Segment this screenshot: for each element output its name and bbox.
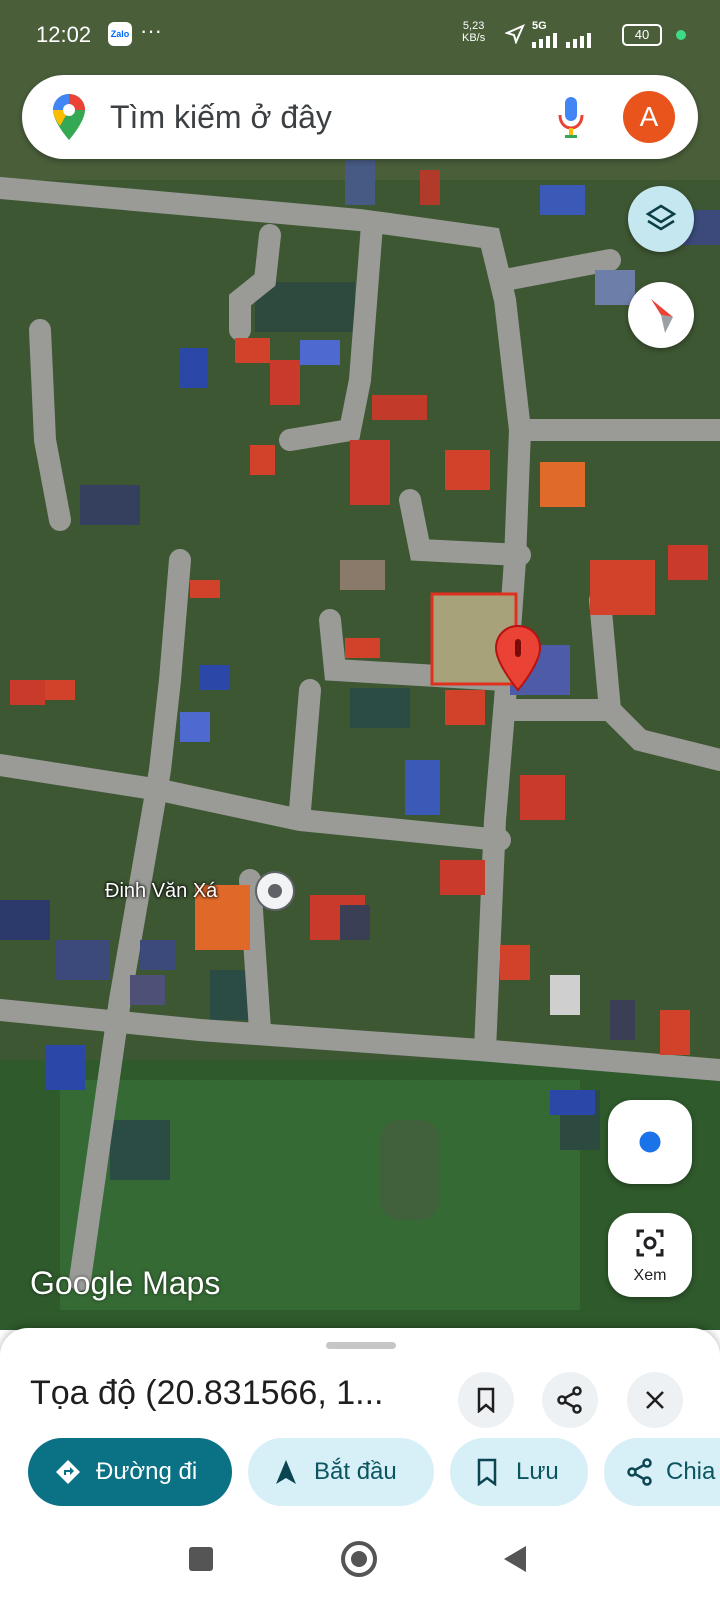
- save-button[interactable]: Lưu: [450, 1438, 588, 1506]
- location-pin-icon[interactable]: [494, 624, 542, 694]
- share-label: Chia: [666, 1458, 716, 1485]
- share-icon: [627, 1458, 652, 1486]
- save-label: Lưu: [516, 1458, 559, 1485]
- layers-button[interactable]: [628, 186, 694, 252]
- place-title: Tọa độ (20.831566, 1...: [30, 1374, 384, 1412]
- bookmark-icon: [477, 1387, 495, 1413]
- directions-icon: [56, 1460, 80, 1484]
- google-maps-logo-icon: [53, 94, 85, 140]
- start-label: Bắt đầu: [314, 1458, 397, 1485]
- my-location-button[interactable]: [608, 1100, 692, 1184]
- compass-button[interactable]: [628, 282, 694, 348]
- place-bottom-sheet[interactable]: Tọa độ (20.831566, 1... Đường đi Bắt đầu…: [0, 1328, 720, 1528]
- share-icon: [557, 1386, 582, 1414]
- system-navigation-bar: [0, 1528, 720, 1601]
- share-chip-button[interactable]: Chia: [604, 1438, 720, 1506]
- recent-apps-icon[interactable]: [188, 1546, 214, 1572]
- bookmark-icon: [477, 1458, 497, 1486]
- search-input[interactable]: Tìm kiếm ở đây: [110, 99, 332, 136]
- signal-icon: [532, 33, 591, 48]
- more-notifications-icon: ···: [140, 18, 162, 43]
- start-button[interactable]: Bắt đầu: [248, 1438, 434, 1506]
- network-speed: 5,23 KB/s: [462, 20, 486, 44]
- bookmark-button[interactable]: [458, 1372, 514, 1428]
- zalo-app-icon: Zalo: [108, 22, 132, 46]
- battery-icon: 40: [622, 24, 662, 46]
- share-button[interactable]: [542, 1372, 598, 1428]
- directions-label: Đường đi: [96, 1458, 198, 1485]
- camera-lens-icon: [636, 1229, 664, 1257]
- close-button[interactable]: [627, 1372, 683, 1428]
- layers-icon: [645, 204, 677, 231]
- my-location-icon: [636, 1128, 664, 1156]
- lens-view-button[interactable]: Xem: [608, 1213, 692, 1297]
- close-icon: [646, 1391, 664, 1409]
- lens-label: Xem: [633, 1267, 667, 1284]
- poi-marker-icon[interactable]: [254, 870, 296, 917]
- status-time: 12:02: [36, 22, 92, 47]
- account-avatar[interactable]: A: [623, 91, 675, 143]
- search-bar[interactable]: Tìm kiếm ở đây A: [22, 75, 698, 159]
- microphone-icon[interactable]: [557, 95, 585, 139]
- status-bar: 12:02 Zalo ··· 5,23 KB/s 5G 40: [0, 0, 720, 70]
- drag-handle[interactable]: [326, 1342, 396, 1349]
- privacy-indicator-icon: [676, 30, 686, 40]
- poi-label[interactable]: Đinh Văn Xá: [105, 880, 217, 903]
- home-icon[interactable]: [340, 1540, 378, 1578]
- compass-icon: [651, 299, 673, 333]
- navigation-arrow-icon: [276, 1460, 296, 1484]
- google-maps-watermark: Google Maps: [30, 1265, 221, 1301]
- location-arrow-icon: [505, 24, 525, 44]
- directions-button[interactable]: Đường đi: [28, 1438, 232, 1506]
- back-icon[interactable]: [502, 1544, 528, 1574]
